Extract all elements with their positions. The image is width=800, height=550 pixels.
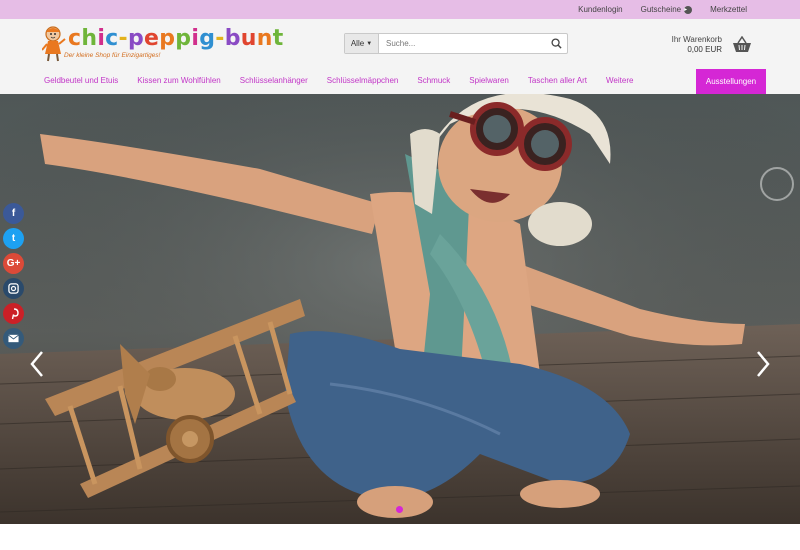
nav-item-geldbeutel[interactable]: Geldbeutel und Etuis [44,76,118,85]
instagram-glyph [8,283,19,294]
nav-item-taschen[interactable]: Taschen aller Art [528,76,587,85]
main-navigation: Geldbeutel und Etuis Kissen zum Wohlfühl… [44,76,652,85]
basket-icon [733,36,751,52]
logo-title: chic-peppig-bunt [68,26,284,51]
cart-widget[interactable]: Ihr Warenkorb 0,00 EUR [660,35,758,59]
hero-slider [0,94,800,524]
top-utility-bar: Kundenlogin Gutscheine ▸ Merkzettel [0,0,800,19]
pinterest-icon[interactable] [3,303,24,324]
page-content-start [0,524,800,550]
google-plus-icon[interactable]: G+ [3,253,24,274]
top-links: Kundenlogin Gutscheine ▸ Merkzettel [578,0,747,19]
search-category-dropdown[interactable]: Alle ▼ [345,34,379,53]
nav-item-schluesselanhaenger[interactable]: Schlüsselanhänger [240,76,308,85]
wishlist-link[interactable]: Merkzettel [710,5,747,14]
instagram-icon[interactable] [3,278,24,299]
site-header: chic-peppig-bunt Der kleine Shop für Ein… [0,19,800,94]
arrow-right-circle-icon: ▸ [684,5,693,14]
twitter-glyph: t [11,233,16,244]
cart-amount: 0,00 EUR [687,45,722,54]
logo-tagline: Der kleine Shop für Einzigartiges! [64,52,161,59]
social-share-bar: f t G+ [3,203,25,353]
nav-item-schluesselmaeppchen[interactable]: Schlüsselmäppchen [327,76,399,85]
facebook-icon[interactable]: f [3,203,24,224]
nav-item-ausstellungen[interactable]: Ausstellungen [696,69,766,94]
google-plus-glyph: G+ [6,258,21,269]
search-bar: Alle ▼ [344,33,568,54]
slider-prev-arrow-icon[interactable] [28,349,48,379]
nav-item-spielwaren[interactable]: Spielwaren [469,76,509,85]
mail-glyph [8,334,19,343]
login-link[interactable]: Kundenlogin [578,5,622,14]
nav-item-schmuck[interactable]: Schmuck [417,76,450,85]
shop-logo[interactable]: chic-peppig-bunt Der kleine Shop für Ein… [42,25,284,67]
chat-bubble-icon[interactable] [760,167,794,201]
search-input[interactable] [379,34,545,53]
vouchers-label: Gutscheine [640,5,682,14]
nav-item-weitere[interactable]: Weitere [606,76,633,85]
search-category-label: Alle [350,39,365,48]
mail-icon[interactable] [3,328,24,349]
hero-image [0,94,800,524]
vouchers-link[interactable]: Gutscheine ▸ [640,5,693,14]
nav-item-kissen[interactable]: Kissen zum Wohlfühlen [137,76,220,85]
slider-next-arrow-icon[interactable] [752,349,772,379]
cart-label: Ihr Warenkorb [671,35,722,44]
slider-dot-active[interactable] [396,506,403,513]
pinterest-glyph [11,307,19,319]
caret-down-icon: ▼ [366,40,373,47]
facebook-glyph: f [11,208,16,219]
twitter-icon[interactable]: t [3,228,24,249]
search-button[interactable] [545,34,567,53]
search-icon [550,38,562,49]
